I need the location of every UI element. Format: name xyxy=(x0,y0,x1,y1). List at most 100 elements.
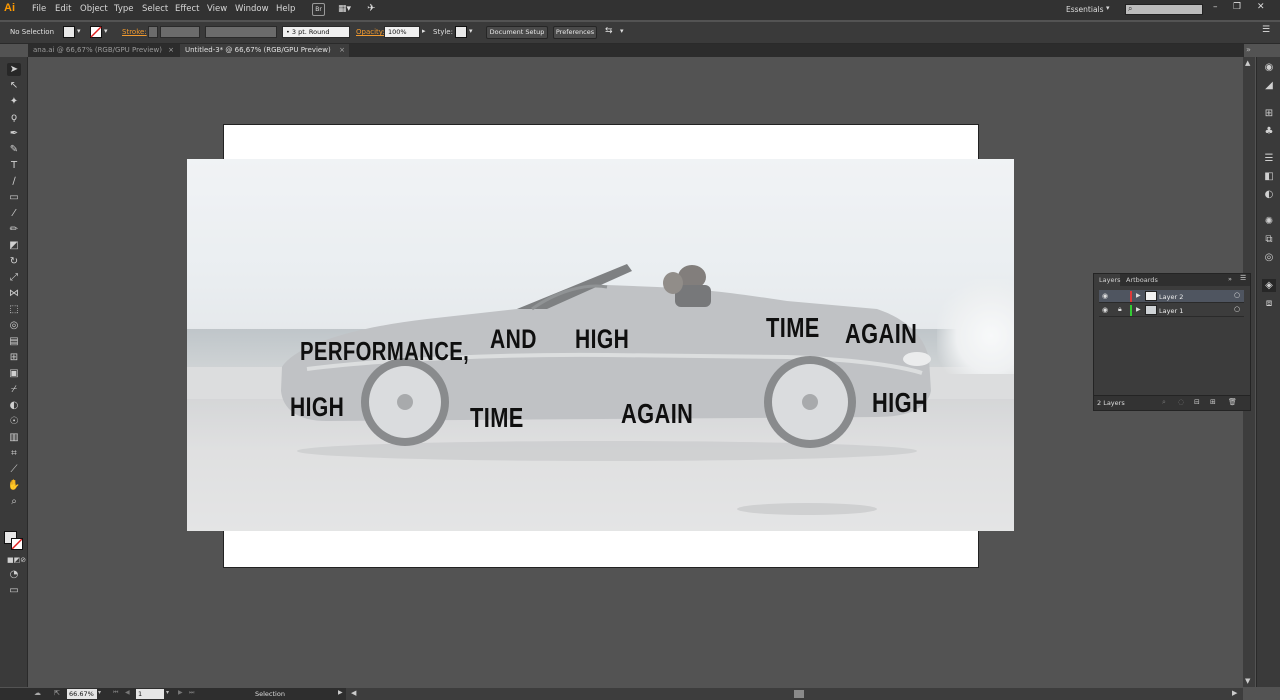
word-again-1[interactable]: AGAIN xyxy=(845,318,917,350)
eyedropper-tool-icon[interactable]: ⌿ xyxy=(7,383,21,396)
cc-libraries-icon[interactable]: ◎ xyxy=(1262,251,1276,264)
transparency-icon[interactable]: ◐ xyxy=(1262,188,1276,201)
locate-object-icon[interactable]: ⌕ xyxy=(1162,398,1166,407)
stroke-label[interactable]: Stroke: xyxy=(122,28,147,36)
target-circle-icon[interactable]: ○ xyxy=(1234,291,1240,299)
status-zoom-icon[interactable]: ⇱ xyxy=(54,689,60,697)
symbols-icon[interactable]: ♣ xyxy=(1262,125,1276,138)
word-time-2[interactable]: TIME xyxy=(470,402,524,434)
type-tool-icon[interactable]: T xyxy=(7,159,21,172)
menu-help[interactable]: Help xyxy=(276,4,295,14)
stroke-color-icon[interactable] xyxy=(11,538,23,550)
menu-select[interactable]: Select xyxy=(142,4,168,14)
layers-menu-icon[interactable]: ☰ xyxy=(1240,274,1246,282)
word-and[interactable]: AND xyxy=(490,324,537,355)
zoom-field[interactable]: 66.67% xyxy=(67,689,97,699)
slice-tool-icon[interactable]: ⟋ xyxy=(7,463,21,476)
style-swatch[interactable] xyxy=(455,26,467,38)
close-window-icon[interactable]: ✕ xyxy=(1257,2,1265,12)
opacity-label[interactable]: Opacity: xyxy=(356,28,385,36)
menu-window[interactable]: Window xyxy=(235,4,269,14)
last-artboard-icon[interactable]: ⏭ xyxy=(189,689,194,697)
menu-effect[interactable]: Effect xyxy=(175,4,199,14)
clipping-mask-icon[interactable]: ◌ xyxy=(1178,398,1184,406)
expand-arrow-icon[interactable]: ▶ xyxy=(1136,306,1141,313)
tab-layers[interactable]: Layers xyxy=(1094,274,1121,286)
shape-builder-tool-icon[interactable]: ◎ xyxy=(7,319,21,332)
brush-definition[interactable]: • 3 pt. Round xyxy=(282,26,350,38)
stroke-swatch[interactable] xyxy=(90,26,102,38)
artboard-chevron-icon[interactable]: ▾ xyxy=(166,689,169,696)
lasso-tool-icon[interactable]: ϙ xyxy=(7,111,21,124)
menu-object[interactable]: Object xyxy=(80,4,108,14)
free-transform-tool-icon[interactable]: ⬚ xyxy=(7,303,21,316)
scroll-left-icon[interactable]: ◀ xyxy=(351,689,356,697)
delete-layer-icon[interactable]: 🗑︎ xyxy=(1228,398,1237,406)
scroll-thumb[interactable] xyxy=(794,690,804,698)
visibility-eye-icon[interactable]: ◉ xyxy=(1102,306,1108,314)
next-artboard-icon[interactable]: ▶ xyxy=(178,689,183,696)
minimize-icon[interactable]: – xyxy=(1213,2,1218,12)
gradient-panel-icon[interactable]: ◧ xyxy=(1262,170,1276,183)
horizontal-scrollbar[interactable]: ◀ ▶ xyxy=(346,688,1243,700)
search-input[interactable]: ⌕ xyxy=(1125,4,1203,15)
layers-panel-icon[interactable]: ◈ xyxy=(1262,279,1276,292)
preferences-button[interactable]: Preferences xyxy=(553,26,597,39)
rectangle-tool-icon[interactable]: ▭ xyxy=(7,191,21,204)
tabs-overflow-icon[interactable]: » xyxy=(1246,45,1251,54)
artboards-panel-icon[interactable]: ⧈ xyxy=(1262,297,1276,310)
status-tool-label[interactable]: Selection xyxy=(255,690,285,698)
style-chevron-icon[interactable]: ▾ xyxy=(469,27,473,35)
line-tool-icon[interactable]: ∕ xyxy=(7,175,21,188)
stroke-weight-field[interactable] xyxy=(160,26,200,38)
symbol-sprayer-tool-icon[interactable]: ☉ xyxy=(7,415,21,428)
new-sublayer-icon[interactable]: ⊟ xyxy=(1194,398,1200,406)
stroke-panel-icon[interactable]: ☰ xyxy=(1262,152,1276,165)
expand-arrow-icon[interactable]: ▶ xyxy=(1136,292,1141,299)
document-setup-button[interactable]: Document Setup xyxy=(486,26,548,39)
magic-wand-tool-icon[interactable]: ✦ xyxy=(7,95,21,108)
rotate-tool-icon[interactable]: ↻ xyxy=(7,255,21,268)
artboard-field[interactable]: 1 xyxy=(136,689,164,699)
variable-width-profile[interactable] xyxy=(205,26,277,38)
selection-tool-icon[interactable]: ➤ xyxy=(7,63,21,76)
workspace-switcher[interactable]: Essentials xyxy=(1066,5,1104,14)
gpu-performance-icon[interactable]: ✈ xyxy=(367,3,381,17)
mesh-tool-icon[interactable]: ⊞ xyxy=(7,351,21,364)
fill-chevron-icon[interactable]: ▾ xyxy=(77,27,81,35)
pen-tool-icon[interactable]: ✒ xyxy=(7,127,21,140)
draw-mode-icon[interactable]: ◔ xyxy=(7,568,21,581)
first-artboard-icon[interactable]: ⏮ xyxy=(113,689,118,697)
word-high-2[interactable]: HIGH xyxy=(290,392,344,423)
stroke-weight-stepper[interactable] xyxy=(148,26,158,38)
opacity-field[interactable]: 100% xyxy=(384,26,420,38)
menu-view[interactable]: View xyxy=(207,4,227,14)
prev-artboard-icon[interactable]: ◀ xyxy=(125,689,130,696)
scroll-up-icon[interactable]: ▲ xyxy=(1245,59,1250,67)
workspace-chevron-icon[interactable]: ▾ xyxy=(1106,4,1110,12)
collapse-panel-icon[interactable]: » xyxy=(1228,275,1232,283)
gradient-tool-icon[interactable]: ▣ xyxy=(7,367,21,380)
zoom-tool-icon[interactable]: ⌕ xyxy=(7,495,21,508)
stroke-chevron-icon[interactable]: ▾ xyxy=(104,27,108,35)
scale-tool-icon[interactable]: ⤢ xyxy=(7,271,21,284)
arrange-documents-icon[interactable]: ▦▾ xyxy=(338,4,358,16)
new-layer-icon[interactable]: ⊞ xyxy=(1210,398,1216,406)
column-graph-tool-icon[interactable]: ▥ xyxy=(7,431,21,444)
tab-untitled-3[interactable]: Untitled-3* @ 66,67% (RGB/GPU Preview) × xyxy=(180,44,349,57)
tab-artboards[interactable]: Artboards xyxy=(1126,274,1158,286)
tab-ana-ai[interactable]: ana.ai @ 66,67% (RGB/GPU Preview) × xyxy=(28,44,178,57)
word-performance[interactable]: PERFORMANCE, xyxy=(300,336,469,367)
layer-row[interactable]: ◉ ▶ Layer 2 ○ xyxy=(1099,290,1244,303)
fill-swatch[interactable] xyxy=(63,26,75,38)
perspective-grid-tool-icon[interactable]: ▤ xyxy=(7,335,21,348)
layer-name[interactable]: Layer 2 xyxy=(1159,293,1183,301)
layer-row[interactable]: ◉ 🔒︎ ▶ Layer 1 ○ xyxy=(1099,304,1244,317)
graphic-styles-icon[interactable]: ◢ xyxy=(1262,79,1276,92)
word-time-1[interactable]: TIME xyxy=(766,312,820,344)
color-guide-icon[interactable]: ✺ xyxy=(1262,215,1276,228)
target-circle-icon[interactable]: ○ xyxy=(1234,305,1240,313)
word-high-3[interactable]: HIGH xyxy=(872,387,928,419)
asset-export-icon[interactable]: ⧉ xyxy=(1262,233,1276,246)
zoom-chevron-icon[interactable]: ▾ xyxy=(98,689,101,696)
